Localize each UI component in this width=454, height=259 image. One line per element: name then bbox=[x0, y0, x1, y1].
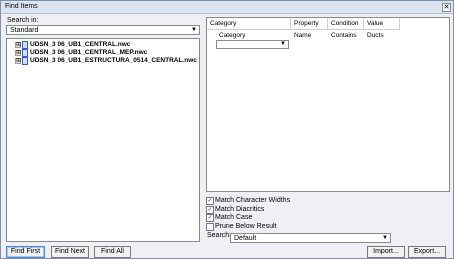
selection-tree[interactable]: ⊞ UDSN_3 06_UB1_CENTRAL.nwc ⊞ UDSN_3 06_… bbox=[6, 38, 200, 242]
category-select[interactable]: ▼ bbox=[216, 40, 289, 49]
expand-icon[interactable]: ⊞ bbox=[15, 50, 21, 56]
close-icon: ✕ bbox=[443, 4, 450, 11]
expand-icon[interactable]: ⊞ bbox=[15, 58, 21, 64]
category-cell-label: Category bbox=[219, 32, 246, 39]
column-header-condition[interactable]: Condition bbox=[328, 18, 364, 30]
title-bar: Find Items ✕ bbox=[1, 1, 453, 14]
prune-below-result-checkbox[interactable] bbox=[206, 223, 214, 231]
chevron-down-icon: ▼ bbox=[280, 41, 286, 47]
chevron-down-icon: ▼ bbox=[382, 235, 388, 241]
close-button[interactable]: ✕ bbox=[442, 3, 451, 12]
property-cell[interactable]: Name bbox=[294, 32, 311, 39]
value-cell[interactable]: Ducts bbox=[367, 32, 384, 39]
match-case-checkbox[interactable]: ✓ bbox=[206, 214, 214, 222]
window-title: Find Items bbox=[5, 3, 38, 10]
find-first-button[interactable]: Find First bbox=[6, 246, 45, 258]
match-diacritics-checkbox[interactable]: ✓ bbox=[206, 206, 214, 214]
match-character-widths-label: Match Character Widths bbox=[215, 197, 291, 204]
column-header-property[interactable]: Property bbox=[291, 18, 328, 30]
column-header-value[interactable]: Value bbox=[364, 18, 400, 30]
find-next-button[interactable]: Find Next bbox=[51, 246, 89, 258]
condition-cell[interactable]: Contains bbox=[331, 32, 357, 39]
column-header-category[interactable]: Category bbox=[207, 18, 291, 30]
search-mode-select[interactable]: Default ▼ bbox=[230, 233, 391, 243]
tree-item-label: UDSN_3 06_UB1_CENTRAL_MEP.nwc bbox=[30, 49, 148, 56]
export-button[interactable]: Export... bbox=[408, 246, 446, 258]
search-in-select[interactable]: Standard ▼ bbox=[6, 25, 200, 35]
match-case-label: Match Case bbox=[215, 214, 253, 221]
find-items-window: Find Items ✕ Search in: Standard ▼ ⊞ UDS… bbox=[0, 0, 454, 259]
tree-item-label: UDSN_3 06_UB1_ESTRUCTURA_0514_CENTRAL.nw… bbox=[30, 57, 197, 64]
chevron-down-icon: ▼ bbox=[191, 27, 197, 33]
file-icon bbox=[22, 57, 28, 65]
import-button[interactable]: Import... bbox=[367, 246, 405, 258]
criteria-grid[interactable]: Category Property Condition Value Catego… bbox=[206, 17, 450, 192]
find-all-button[interactable]: Find All bbox=[94, 246, 131, 258]
tree-item-label: UDSN_3 06_UB1_CENTRAL.nwc bbox=[30, 41, 131, 48]
prune-below-result-label: Prune Below Result bbox=[215, 223, 277, 230]
search-mode-label: Search: bbox=[207, 232, 232, 239]
search-in-value: Standard bbox=[10, 27, 39, 34]
search-in-label: Search in: bbox=[7, 17, 39, 24]
search-mode-value: Default bbox=[234, 235, 257, 242]
file-icon bbox=[22, 49, 28, 57]
match-character-widths-checkbox[interactable]: ✓ bbox=[206, 197, 214, 205]
expand-icon[interactable]: ⊞ bbox=[15, 42, 21, 48]
match-diacritics-label: Match Diacritics bbox=[215, 206, 265, 213]
file-icon bbox=[22, 41, 28, 49]
